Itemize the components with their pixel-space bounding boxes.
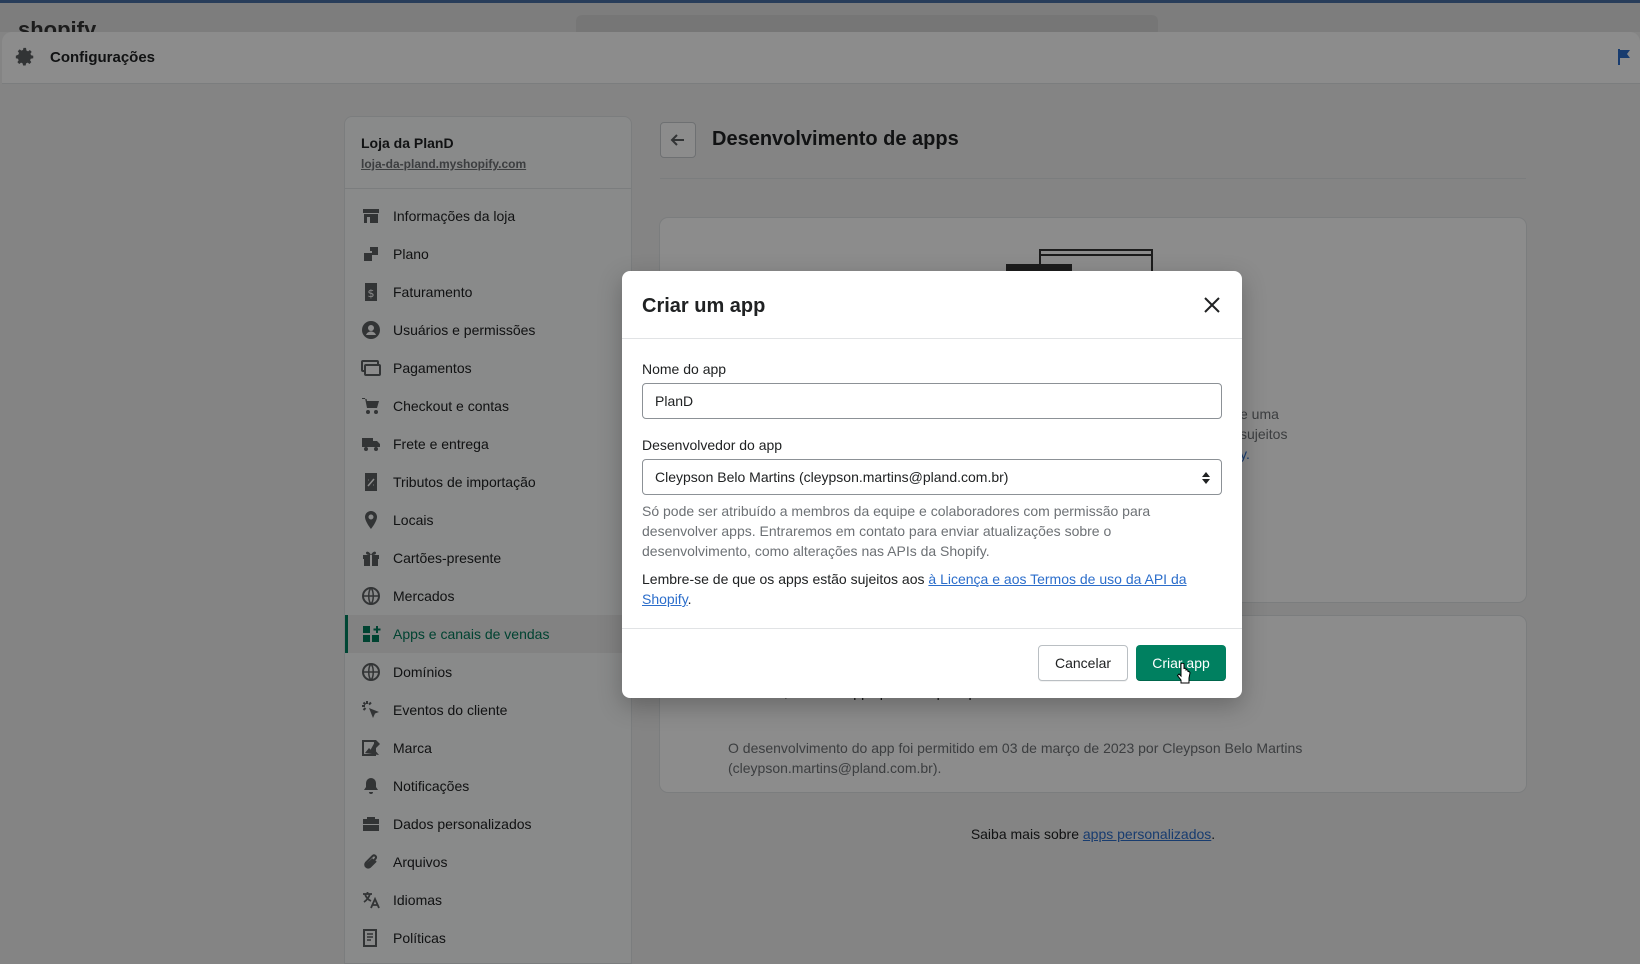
app-name-input[interactable] (642, 383, 1222, 419)
modal-body: Nome do app Desenvolvedor do app Cleypso… (622, 339, 1242, 629)
modal-header: Criar um app (622, 271, 1242, 339)
cancel-button[interactable]: Cancelar (1038, 645, 1128, 681)
modal-title: Criar um app (642, 295, 766, 317)
select-arrows-icon (1202, 472, 1210, 484)
app-developer-label: Desenvolvedor do app (642, 437, 783, 453)
create-app-modal: Criar um app Nome do app Desenvolvedor d… (622, 271, 1242, 698)
developer-help-text: Só pode ser atribuído a membros da equip… (642, 503, 1151, 559)
close-icon (1204, 297, 1220, 313)
app-developer-select[interactable]: Cleypson Belo Martins (cleypson.martins@… (642, 459, 1222, 495)
license-prefix: Lembre-se de que os apps estão sujeitos … (642, 571, 929, 587)
mouse-pointer-icon (1176, 663, 1191, 684)
close-button[interactable] (1200, 293, 1224, 317)
license-notice: Lembre-se de que os apps estão sujeitos … (642, 569, 1212, 609)
app-developer-selected-value: Cleypson Belo Martins (cleypson.martins@… (655, 469, 1009, 485)
license-suffix: . (687, 591, 692, 607)
app-name-label: Nome do app (642, 361, 727, 377)
modal-footer: Cancelar Criar app (622, 629, 1242, 697)
